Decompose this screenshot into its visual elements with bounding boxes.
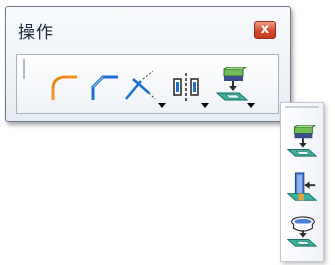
toolbar-grip[interactable] [23,59,25,79]
trim-dropdown-arrow[interactable] [158,103,166,108]
toolbar-titlebar[interactable]: 操作 x [6,7,290,47]
project-icon [215,67,249,101]
fillet-icon [51,75,77,100]
symmetry-button[interactable] [169,69,203,103]
project-button[interactable] [215,67,249,101]
project-icon [286,124,318,157]
project-flyout-toolbar [280,102,324,262]
chamfer-button[interactable] [87,69,121,103]
intersect-icon [286,172,318,201]
silhouette-icon [286,216,318,247]
close-icon: x [260,22,270,37]
symmetry-dropdown-arrow[interactable] [201,103,209,108]
project-dropdown-arrow[interactable] [247,103,255,108]
operation-toolbar-window: 操作 x [5,6,291,122]
chamfer-icon [91,75,118,100]
trim-button[interactable] [123,69,157,103]
flyout-project-button[interactable] [286,124,318,157]
flyout-intersect-button[interactable] [286,171,318,203]
toolbar-title: 操作 [18,23,54,43]
fillet-button[interactable] [47,69,81,103]
flyout-grip[interactable] [285,106,319,108]
flyout-silhouette-button[interactable] [286,215,318,247]
close-button[interactable]: x [254,21,276,39]
toolbar-strip [16,54,279,114]
trim-icon [125,70,156,100]
symmetry-icon [173,73,199,101]
